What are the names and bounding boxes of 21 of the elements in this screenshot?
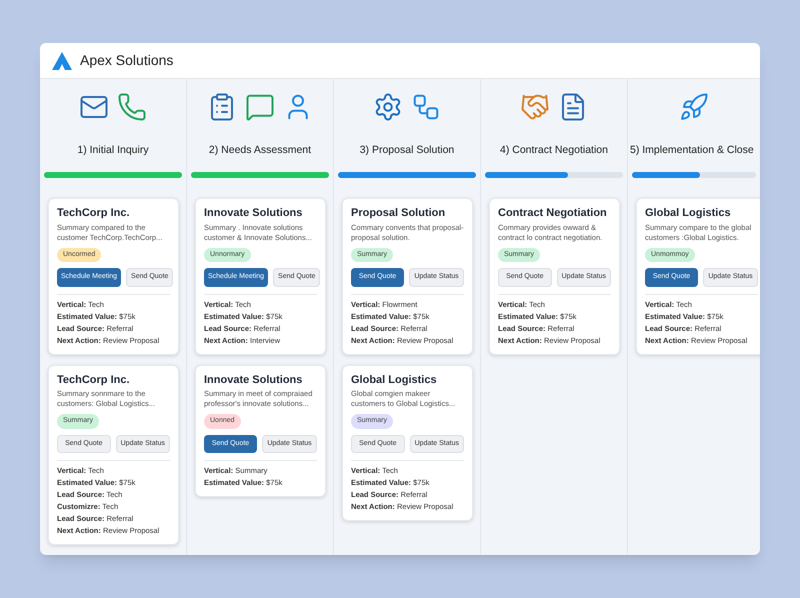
card-title: Global Logistics bbox=[351, 374, 438, 388]
flowchart-icon bbox=[411, 92, 441, 122]
stage-label: 3) Proposal Solution bbox=[358, 143, 456, 158]
logo-icon bbox=[52, 52, 72, 70]
gear-icon bbox=[373, 92, 403, 122]
card-title: Contract Negotiation bbox=[498, 206, 608, 220]
chat-icon bbox=[245, 92, 275, 122]
card-title: Innovate Solutions bbox=[204, 206, 304, 220]
handshake-icon bbox=[520, 92, 550, 122]
card-title: Global Logistics bbox=[645, 206, 732, 220]
app-title: Apex Solutions bbox=[80, 51, 174, 70]
rocket-icon bbox=[679, 92, 709, 122]
stage-label: 5) Implementation & Close bbox=[629, 143, 755, 158]
card-title: TechCorp Inc. bbox=[57, 374, 131, 388]
stage-label: 2) Needs Assessment bbox=[208, 143, 312, 158]
card-title: TechCorp Inc. bbox=[57, 206, 131, 220]
card-title: Innovate Solutions bbox=[204, 374, 304, 388]
phone-icon bbox=[117, 92, 147, 122]
card-title: Proposal Solution bbox=[351, 206, 446, 220]
stage-label: 1) Initial Inquiry bbox=[76, 143, 150, 158]
stage-label: 4) Contract Negotiation bbox=[499, 143, 609, 158]
